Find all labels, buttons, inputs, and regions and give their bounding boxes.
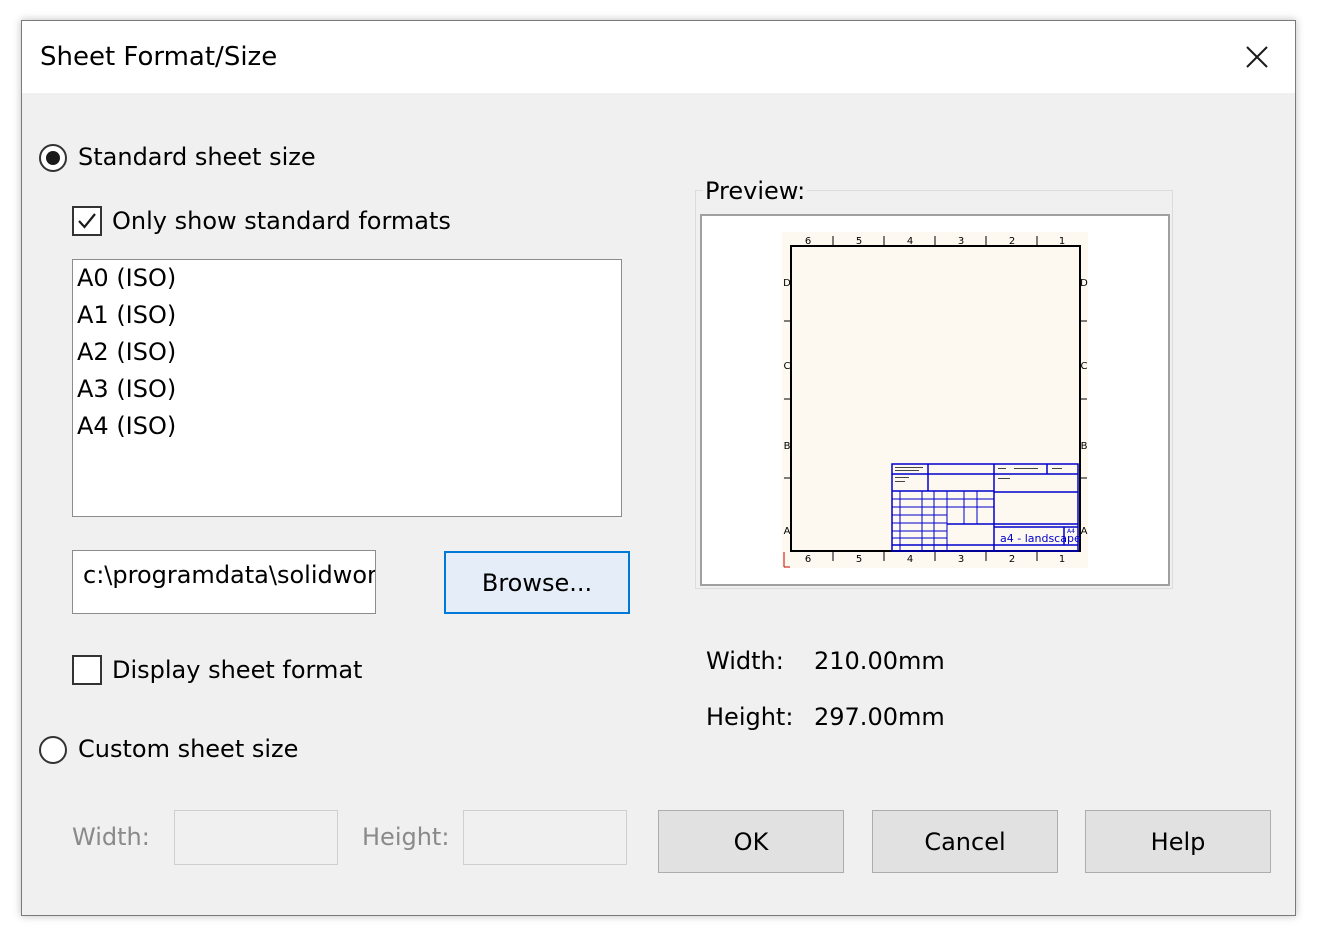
preview-frame: 6 5 4 3 2 1 6 5 4 3 2 1 D C B A D C B A [700,214,1170,586]
sheet-format-path-field[interactable]: c:\programdata\solidworks [72,550,376,614]
list-item[interactable]: A0 (ISO) [73,260,621,297]
zone-number-bottom: 1 [1059,554,1065,565]
custom-height-label: Height: [362,823,450,851]
zone-number-top: 2 [1009,236,1015,247]
cancel-button[interactable]: Cancel [872,810,1058,873]
zone-letter-right: C [1081,361,1088,372]
zone-letter-right: A [1081,526,1088,537]
sheet-format-path-value: c:\programdata\solidworks [83,561,376,589]
custom-height-field[interactable] [463,810,627,865]
list-item[interactable]: A3 (ISO) [73,371,621,408]
only-standard-formats-checkbox[interactable] [72,206,102,236]
only-standard-formats-label[interactable]: Only show standard formats [112,207,451,235]
zone-number-top: 5 [856,236,862,247]
zone-letter-right: D [1080,278,1088,289]
zone-number-top: 3 [958,236,964,247]
preview-label: Preview: [703,177,808,205]
browse-button[interactable]: Browse... [444,551,630,614]
zone-letter-left: B [784,441,791,452]
zone-letter-left: D [783,278,791,289]
title-bar: Sheet Format/Size [22,21,1295,93]
display-sheet-format-label[interactable]: Display sheet format [112,656,362,684]
list-item[interactable]: A1 (ISO) [73,297,621,334]
zone-number-bottom: 5 [856,554,862,565]
title-block-size-text: A4 [1067,528,1075,535]
custom-width-field[interactable] [174,810,338,865]
zone-letter-left: A [784,526,791,537]
custom-sheet-size-radio[interactable] [39,736,67,764]
preview-height-value: 297.00mm [814,703,945,731]
checkmark-icon [78,213,96,229]
dialog-title: Sheet Format/Size [40,42,278,72]
zone-number-bottom: 4 [907,554,913,565]
help-button[interactable]: Help [1085,810,1271,873]
preview-height-label: Height: [706,703,794,731]
custom-sheet-size-label[interactable]: Custom sheet size [78,735,298,763]
standard-sheet-size-radio[interactable] [39,144,67,172]
zone-number-bottom: 6 [805,554,811,565]
display-sheet-format-checkbox[interactable] [72,655,102,685]
zone-number-bottom: 2 [1009,554,1015,565]
zone-number-bottom: 3 [958,554,964,565]
sheet-format-dialog: Sheet Format/Size Standard sheet size On… [21,20,1296,916]
sheet-size-list[interactable]: A0 (ISO) A1 (ISO) A2 (ISO) A3 (ISO) A4 (… [72,259,622,517]
custom-width-label: Width: [72,823,150,851]
zone-letter-left: C [784,361,791,372]
sheet-preview-drawing: 6 5 4 3 2 1 6 5 4 3 2 1 D C B A D C B A [782,232,1088,568]
close-icon [1246,46,1268,68]
zone-number-top: 4 [907,236,913,247]
preview-width-label: Width: [706,647,784,675]
zone-letter-right: B [1081,441,1088,452]
close-button[interactable] [1233,33,1281,81]
list-item[interactable]: A2 (ISO) [73,334,621,371]
list-item[interactable]: A4 (ISO) [73,408,621,445]
preview-width-value: 210.00mm [814,647,945,675]
ok-button[interactable]: OK [658,810,844,873]
zone-number-top: 1 [1059,236,1065,247]
zone-number-top: 6 [805,236,811,247]
standard-sheet-size-label[interactable]: Standard sheet size [78,143,316,171]
